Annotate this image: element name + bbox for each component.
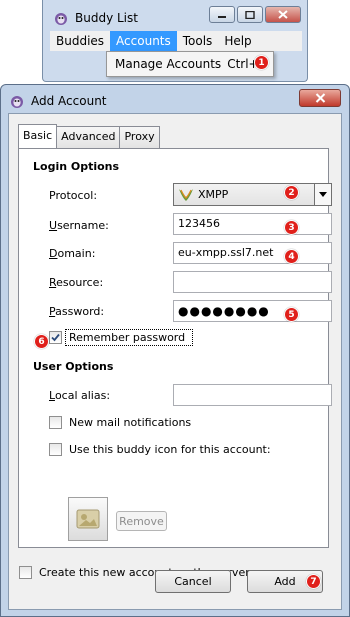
- domain-field[interactable]: eu-xmpp.ssl7.net: [173, 242, 332, 264]
- maximize-button[interactable]: [237, 6, 263, 23]
- protocol-label: Protocol:: [49, 189, 98, 202]
- dialog-body: Basic Advanced Proxy Login Options Proto…: [8, 113, 342, 610]
- dropdown-arrow[interactable]: [314, 184, 331, 205]
- resource-label: Resource:: [49, 276, 104, 289]
- step-badge-2: 2: [284, 185, 299, 200]
- tab-strip: Basic Advanced Proxy: [18, 124, 160, 148]
- close-icon: [278, 10, 288, 19]
- menu-bar: Buddies Accounts Tools Help: [50, 31, 302, 51]
- minimize-button[interactable]: [209, 6, 235, 23]
- remove-icon-button[interactable]: Remove: [116, 511, 167, 531]
- pidgin-icon: [11, 96, 23, 108]
- checkmark-icon: [51, 333, 60, 342]
- remember-password-label[interactable]: Remember password: [69, 331, 185, 344]
- menu-tools[interactable]: Tools: [177, 31, 219, 51]
- remember-password-checkbox[interactable]: [49, 331, 62, 344]
- accounts-dropdown: Manage Accounts Ctrl+A: [106, 51, 274, 77]
- basic-tab-panel: Login Options Protocol: XMPP Username: 1…: [18, 148, 332, 548]
- maximize-icon: [245, 10, 255, 19]
- buddy-image-placeholder-icon: [76, 509, 100, 529]
- step-badge-6: 6: [34, 334, 49, 349]
- username-field[interactable]: 123456: [173, 213, 332, 235]
- tab-advanced[interactable]: Advanced: [56, 126, 121, 148]
- protocol-value: XMPP: [198, 188, 229, 201]
- dialog-titlebar: Add Account: [9, 93, 107, 109]
- dialog-close-button[interactable]: [299, 89, 341, 107]
- buddy-icon-button[interactable]: [68, 497, 108, 541]
- resource-field[interactable]: [173, 271, 332, 293]
- manage-accounts-item[interactable]: Manage Accounts: [115, 57, 221, 71]
- step-badge-7: 7: [306, 574, 321, 589]
- create-account-checkbox[interactable]: [19, 566, 32, 579]
- step-badge-3: 3: [284, 220, 299, 235]
- dialog-title: Add Account: [31, 94, 107, 108]
- chevron-down-icon: [319, 192, 327, 197]
- password-field[interactable]: ●●●●●●●●: [173, 300, 332, 322]
- new-mail-label[interactable]: New mail notifications: [69, 416, 191, 429]
- cancel-button[interactable]: Cancel: [155, 570, 231, 593]
- close-icon: [315, 93, 325, 103]
- protocol-select[interactable]: XMPP: [173, 183, 332, 206]
- local-alias-label: Local alias:: [49, 389, 111, 402]
- username-label: Username:: [49, 219, 109, 232]
- menu-buddies[interactable]: Buddies: [50, 31, 110, 51]
- pidgin-icon: [55, 13, 67, 25]
- buddy-list-titlebar: Buddy List: [53, 8, 138, 28]
- tab-proxy[interactable]: Proxy: [119, 126, 160, 148]
- add-account-dialog: Add Account Basic Advanced Proxy Login O…: [0, 84, 350, 617]
- password-label: Password:: [49, 305, 105, 318]
- menu-help[interactable]: Help: [218, 31, 257, 51]
- step-badge-5: 5: [284, 307, 299, 322]
- buddy-icon-checkbox[interactable]: [49, 443, 62, 456]
- close-button[interactable]: [265, 6, 301, 23]
- tab-basic[interactable]: Basic: [18, 124, 58, 148]
- domain-label: Domain:: [49, 247, 96, 260]
- new-mail-checkbox[interactable]: [49, 416, 62, 429]
- minimize-icon: [218, 15, 226, 18]
- step-badge-4: 4: [284, 249, 299, 264]
- step-badge-1: 1: [254, 55, 269, 70]
- login-options-heading: Login Options: [33, 160, 120, 173]
- local-alias-field[interactable]: [173, 384, 332, 406]
- xmpp-icon: [179, 188, 193, 201]
- buddy-icon-label[interactable]: Use this buddy icon for this account:: [69, 443, 271, 456]
- user-options-heading: User Options: [33, 360, 114, 373]
- menu-accounts[interactable]: Accounts: [110, 31, 177, 51]
- buddy-list-title: Buddy List: [75, 11, 138, 25]
